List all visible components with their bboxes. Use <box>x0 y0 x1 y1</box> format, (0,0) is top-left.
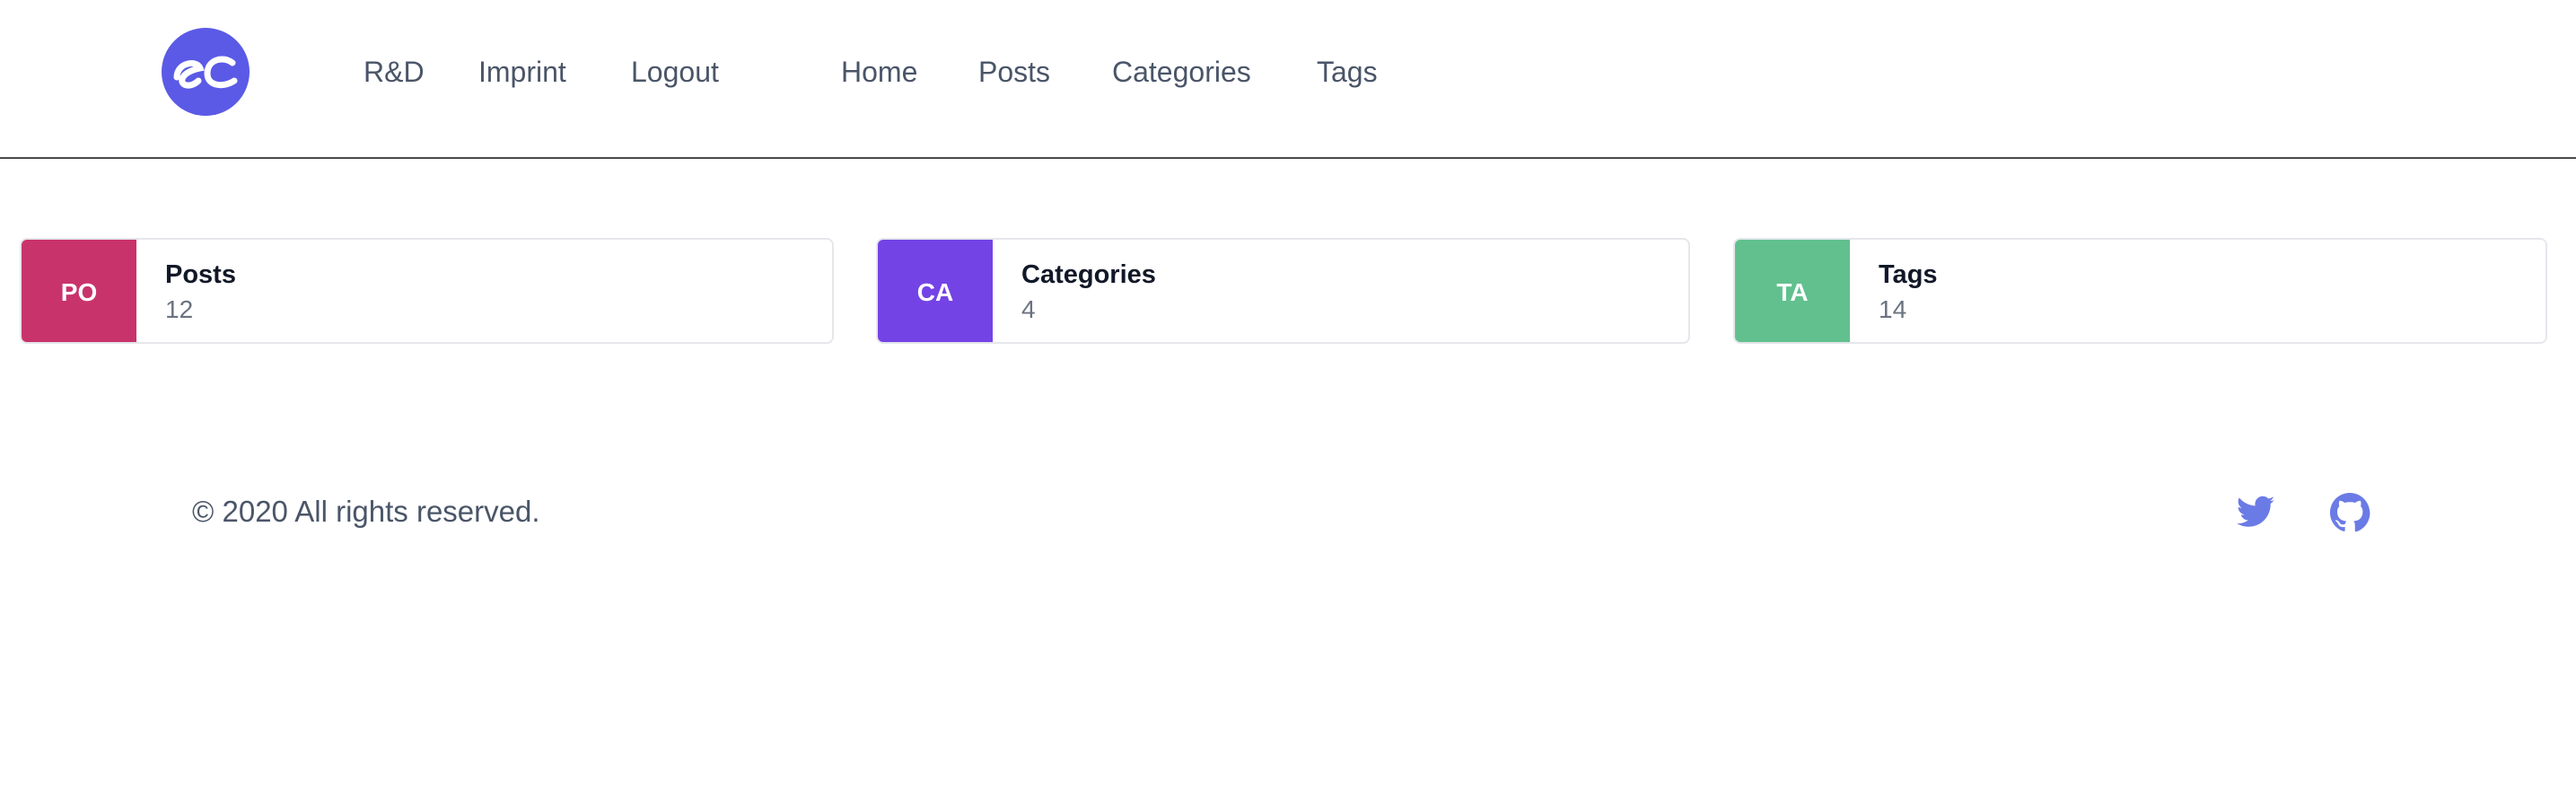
nav-link-imprint[interactable]: Imprint <box>478 54 566 90</box>
stats-cards: PO Posts 12 CA Categories 4 TA Tags 14 <box>0 238 2576 344</box>
github-icon <box>2329 492 2370 532</box>
card-title: Categories <box>1021 260 1156 289</box>
copyright-text: © 2020 All rights reserved. <box>192 495 540 528</box>
nav-link-tags[interactable]: Tags <box>1317 54 1378 90</box>
card-count: 14 <box>1879 295 1907 323</box>
card-posts[interactable]: PO Posts 12 <box>20 238 834 344</box>
nav-link-posts[interactable]: Posts <box>978 54 1050 90</box>
nav-link-logout[interactable]: Logout <box>631 54 719 90</box>
card-tags[interactable]: TA Tags 14 <box>1733 238 2547 344</box>
card-badge: TA <box>1735 240 1850 342</box>
card-count: 4 <box>1021 295 1036 323</box>
nav-link-categories[interactable]: Categories <box>1112 54 1251 90</box>
nav-link-rnd[interactable]: R&D <box>364 54 425 90</box>
card-title: Posts <box>165 260 236 289</box>
card-badge: CA <box>878 240 993 342</box>
github-link[interactable] <box>2328 491 2371 534</box>
nav-link-home[interactable]: Home <box>841 54 917 90</box>
twitter-icon <box>2236 496 2275 527</box>
card-categories[interactable]: CA Categories 4 <box>876 238 1690 344</box>
twitter-link[interactable] <box>2234 491 2277 534</box>
site-header: R&D Imprint Logout Home Posts Categories… <box>0 0 2576 159</box>
card-count: 12 <box>165 295 194 323</box>
card-badge: PO <box>22 240 136 342</box>
card-title: Tags <box>1879 260 1938 289</box>
logo-mark-icon <box>173 56 238 89</box>
logo[interactable] <box>162 28 250 116</box>
